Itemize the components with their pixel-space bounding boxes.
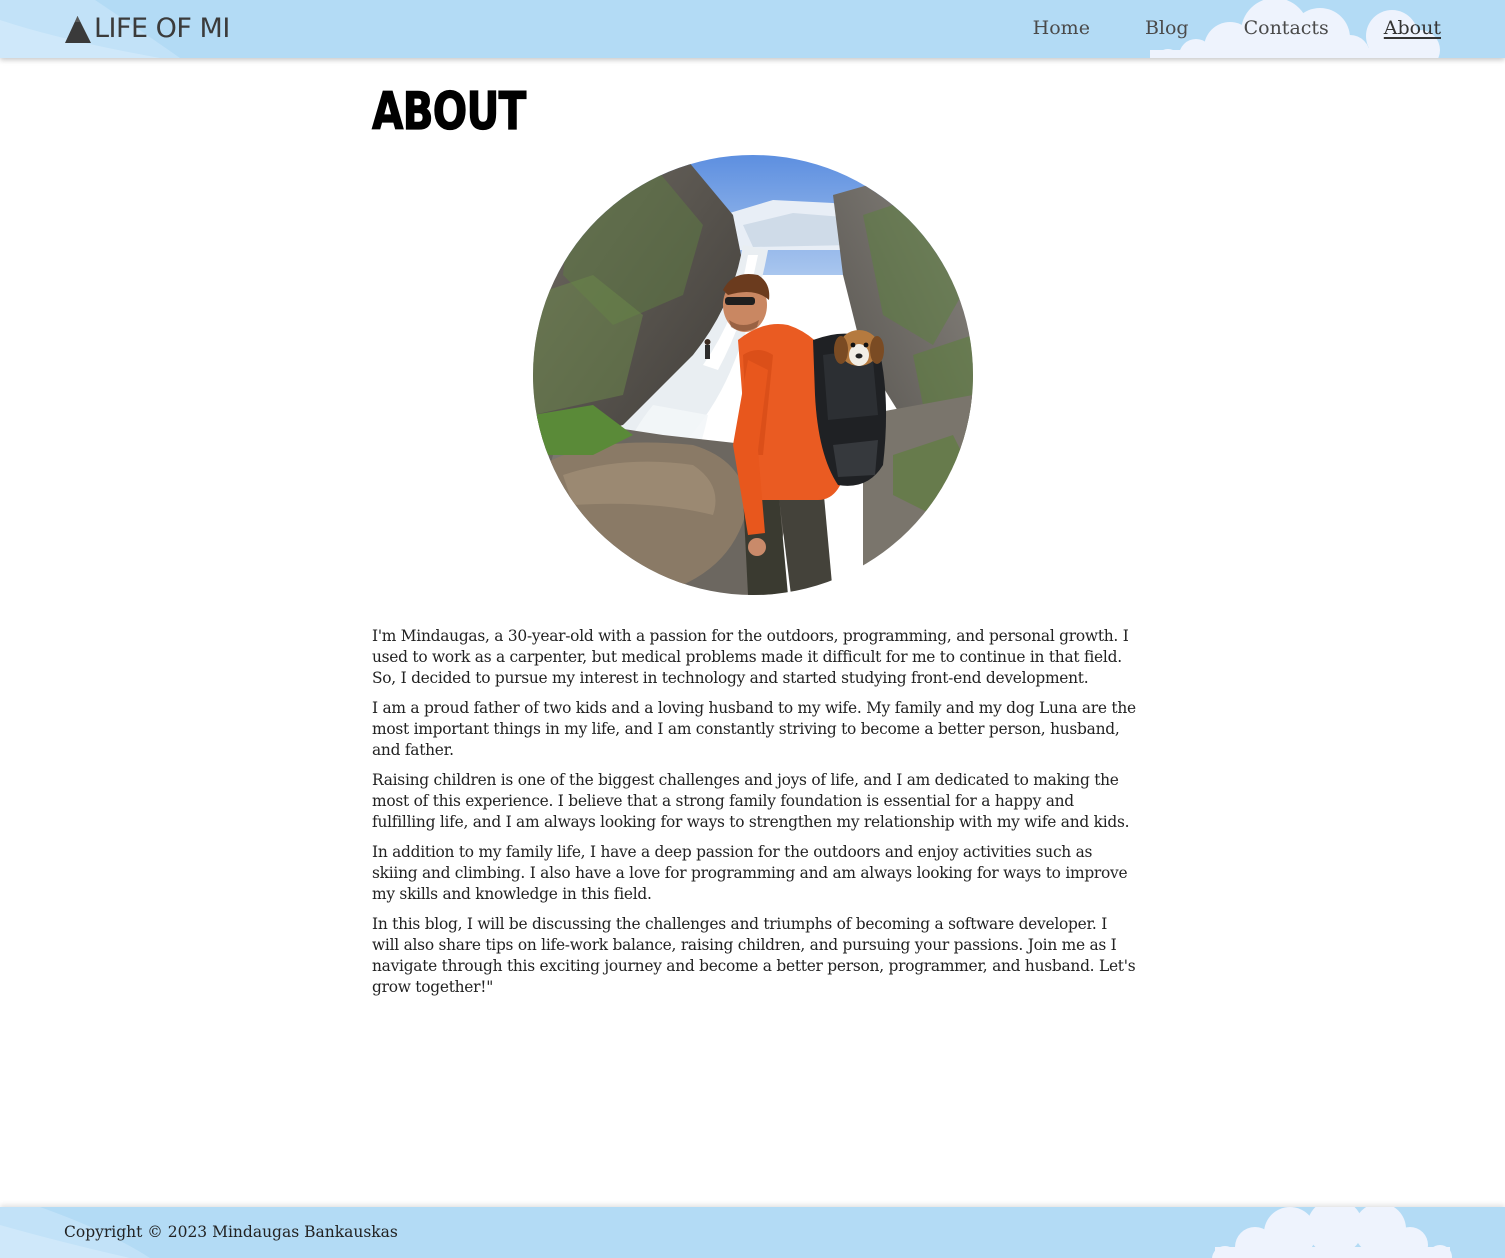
nav-link-home[interactable]: Home [1033,16,1090,40]
mountain-icon [65,16,91,43]
profile-photo [533,155,973,595]
bio-paragraph: I'm Mindaugas, a 30-year-old with a pass… [372,627,1129,687]
nav-link-about[interactable]: About [1384,16,1441,40]
page: LIFE OF MI Home Blog Contacts About Abou… [0,0,1505,1258]
bio-paragraph: I am a proud father of two kids and a lo… [372,699,1136,759]
nav-link-blog[interactable]: Blog [1145,16,1189,40]
main-nav: Home Blog Contacts About [978,16,1441,40]
about-bio: I'm Mindaugas, a 30-year-old with a pass… [372,626,1136,1007]
bio-paragraph: Raising children is one of the biggest c… [372,771,1130,831]
brand-name: LIFE OF MI [94,13,230,44]
page-title: About [372,81,527,142]
bio-paragraph: In addition to my family life, I have a … [372,843,1128,903]
site-header: LIFE OF MI Home Blog Contacts About [0,0,1505,58]
nav-link-contacts[interactable]: Contacts [1244,16,1329,40]
site-logo[interactable]: LIFE OF MI [64,14,230,44]
copyright-text: Copyright © 2023 Mindaugas Bankauskas [64,1223,398,1241]
profile-photo-illustration [533,155,973,595]
site-footer: Copyright © 2023 Mindaugas Bankauskas [0,1207,1505,1258]
bio-paragraph: In this blog, I will be discussing the c… [372,915,1136,996]
